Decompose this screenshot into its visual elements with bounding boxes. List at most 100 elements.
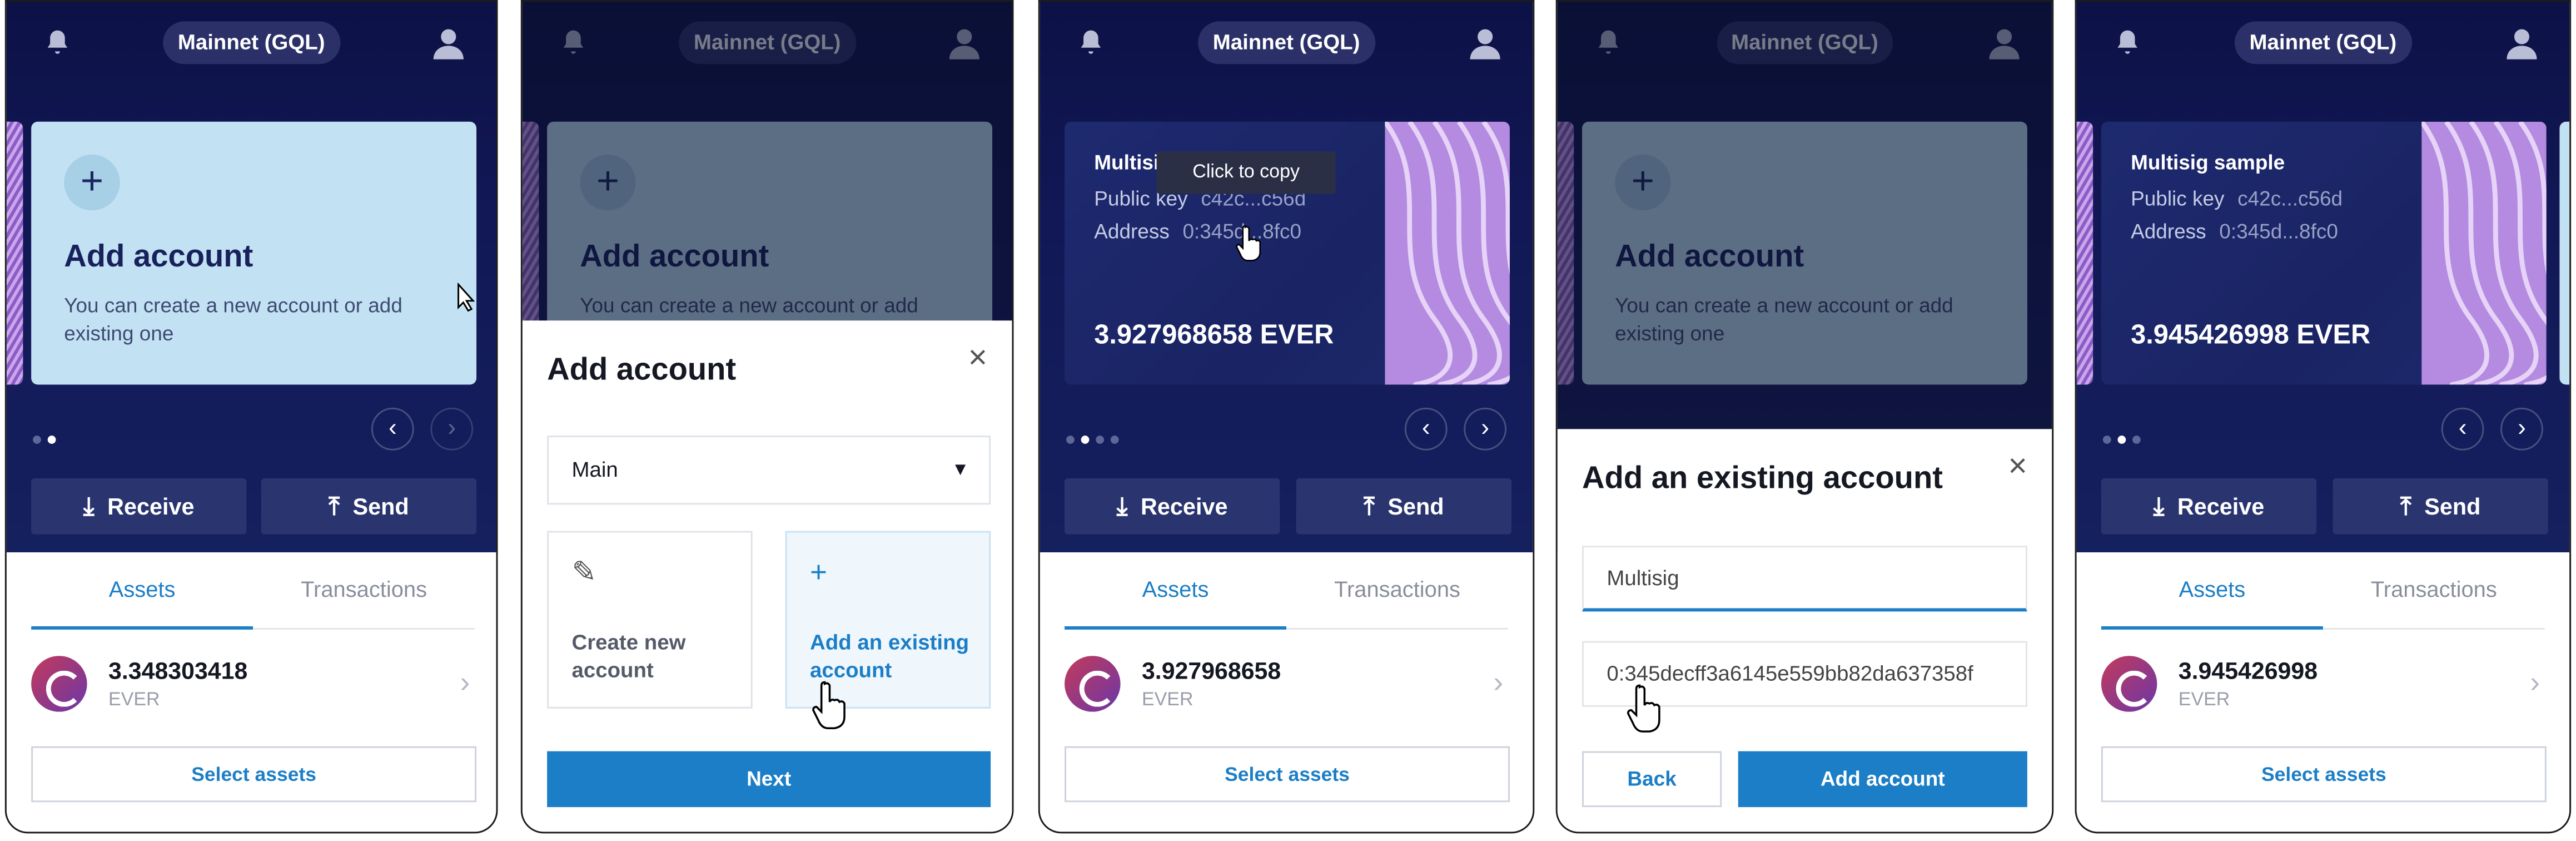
- receive-button[interactable]: ⤓ Receive: [2101, 478, 2317, 535]
- select-assets-button[interactable]: Select assets: [1065, 746, 1510, 803]
- ever-logo-icon: [2101, 656, 2157, 712]
- add-account-card[interactable]: + Add account You can create a new accou…: [31, 121, 477, 385]
- add-account-sheet: Add account × Main ▼ ✎ Create new account…: [522, 320, 1012, 832]
- prev-card-peek: [2076, 121, 2093, 385]
- copy-tooltip: Click to copy: [1156, 151, 1336, 194]
- wallet-hero: Mainnet (GQL) Multisig sample Public key…: [1040, 1, 1533, 552]
- close-icon[interactable]: ×: [2008, 449, 2027, 487]
- sheet-title: Add account: [547, 353, 737, 388]
- address-value[interactable]: 0:345d...8fc0: [2219, 220, 2338, 243]
- wallet-panel-3: Mainnet (GQL) Multisig sample Public key…: [1038, 0, 1535, 834]
- sheet-title: Add an existing account: [1582, 462, 1943, 497]
- receive-label: Receive: [107, 493, 195, 520]
- carousel-prev-button[interactable]: ‹: [1404, 407, 1448, 451]
- send-label: Send: [2424, 493, 2481, 520]
- account-card[interactable]: Multisig sample Public key c42c...c56d Ad…: [2101, 121, 2547, 385]
- carousel-next-button[interactable]: ›: [430, 407, 474, 451]
- asset-unit: EVER: [108, 690, 160, 710]
- bell-icon[interactable]: [1076, 28, 1106, 57]
- carousel-dot-active[interactable]: [47, 436, 56, 444]
- select-assets-button[interactable]: Select assets: [2101, 746, 2547, 803]
- address-label: Address: [1094, 220, 1170, 244]
- upload-icon: ⤒: [1364, 493, 1375, 521]
- carousel-dots: [2102, 423, 2147, 444]
- select-assets-button[interactable]: Select assets: [31, 746, 477, 803]
- back-button[interactable]: Back: [1582, 751, 1722, 808]
- option-create-new[interactable]: ✎ Create new account: [547, 531, 753, 709]
- wallet-hero: Mainnet (GQL) + Add account You can crea…: [6, 1, 496, 552]
- prev-card-peek: [6, 121, 23, 385]
- account-name-input[interactable]: Multisig: [1582, 546, 2027, 612]
- network-selector[interactable]: Mainnet (GQL): [2234, 21, 2411, 65]
- user-icon[interactable]: [1467, 24, 1503, 61]
- close-icon[interactable]: ×: [968, 340, 988, 378]
- plus-icon: +: [809, 555, 828, 589]
- hand-cursor-icon: [1236, 225, 1261, 261]
- carousel-dots: [1066, 423, 1125, 444]
- carousel-prev-button[interactable]: ‹: [371, 407, 414, 451]
- asset-amount: 3.348303418: [108, 659, 248, 686]
- receive-button[interactable]: ⤓ Receive: [31, 478, 247, 535]
- tab-transactions[interactable]: Transactions: [253, 554, 475, 630]
- card-balance: 3.927968658 EVER: [1094, 320, 1334, 350]
- carousel-next-button[interactable]: ›: [2500, 407, 2543, 451]
- tab-assets[interactable]: Assets: [2101, 554, 2323, 630]
- asset-row[interactable]: 3.927968658 EVER ›: [1065, 646, 1510, 725]
- network-selector[interactable]: Mainnet (GQL): [163, 21, 340, 65]
- upload-icon: ⤒: [329, 493, 340, 521]
- carousel-next-button[interactable]: ›: [1464, 407, 1507, 451]
- send-button[interactable]: ⤒ Send: [2333, 478, 2548, 535]
- plus-icon: +: [64, 154, 120, 211]
- network-selector[interactable]: Mainnet (GQL): [1198, 21, 1375, 65]
- chevron-right-icon: ›: [460, 665, 470, 699]
- tab-assets[interactable]: Assets: [31, 554, 253, 630]
- next-card-peek: [2559, 121, 2570, 385]
- carousel-prev-button[interactable]: ‹: [2441, 407, 2484, 451]
- receive-button[interactable]: ⤓ Receive: [1065, 478, 1280, 535]
- card-balance: 3.945426998 EVER: [2131, 320, 2371, 350]
- public-key-value[interactable]: c42c...c56d: [2237, 187, 2343, 210]
- option-create-label: Create new account: [571, 629, 686, 682]
- carousel-dot[interactable]: [1066, 436, 1075, 444]
- user-icon[interactable]: [430, 24, 466, 61]
- address-label: Address: [2131, 220, 2206, 244]
- carousel-dot[interactable]: [2132, 436, 2141, 444]
- receive-label: Receive: [1141, 493, 1228, 520]
- asset-row[interactable]: 3.348303418 EVER ›: [31, 646, 476, 725]
- bell-icon[interactable]: [2113, 28, 2142, 57]
- download-icon: ⤓: [2153, 493, 2165, 521]
- wallet-panel-2: Mainnet (GQL) + Add account You can crea…: [520, 0, 1014, 834]
- send-label: Send: [352, 493, 409, 520]
- carousel-dot[interactable]: [2102, 436, 2111, 444]
- carousel-dot[interactable]: [33, 436, 41, 444]
- public-key-label: Public key: [2131, 187, 2225, 211]
- asset-unit: EVER: [2178, 690, 2230, 710]
- tab-transactions[interactable]: Transactions: [2323, 554, 2545, 630]
- send-button[interactable]: ⤒ Send: [1296, 478, 1511, 535]
- top-bar: Mainnet (GQL): [2077, 21, 2570, 65]
- wallet-tabs: Assets Transactions: [7, 554, 496, 630]
- tab-assets[interactable]: Assets: [1065, 554, 1287, 630]
- chevron-right-icon: ›: [1493, 665, 1504, 699]
- carousel-dot-active[interactable]: [2117, 436, 2126, 444]
- user-icon[interactable]: [2504, 24, 2540, 61]
- send-button[interactable]: ⤒ Send: [261, 478, 477, 535]
- carousel-dot[interactable]: [1110, 436, 1119, 444]
- top-bar: Mainnet (GQL): [1040, 21, 1533, 65]
- asset-row[interactable]: 3.945426998 EVER ›: [2101, 646, 2547, 725]
- bell-icon[interactable]: [43, 28, 72, 57]
- option-existing-label: Add an existing account: [809, 629, 969, 682]
- carousel-dot[interactable]: [1096, 436, 1104, 444]
- add-account-desc: You can create a new account or add exis…: [64, 294, 402, 345]
- tab-transactions[interactable]: Transactions: [1286, 554, 1509, 630]
- download-icon: ⤓: [83, 493, 95, 521]
- asset-amount: 3.927968658: [1141, 659, 1281, 686]
- carousel-dot-active[interactable]: [1081, 436, 1090, 444]
- next-button[interactable]: Next: [547, 751, 991, 808]
- asset-unit: EVER: [1141, 690, 1193, 710]
- card-pattern: [1385, 121, 1510, 385]
- wallet-select[interactable]: Main ▼: [547, 436, 991, 505]
- add-account-button[interactable]: Add account: [1738, 751, 2027, 808]
- address-row: Address 0:345d...8fc0: [2131, 220, 2338, 243]
- upload-icon: ⤒: [2400, 493, 2411, 521]
